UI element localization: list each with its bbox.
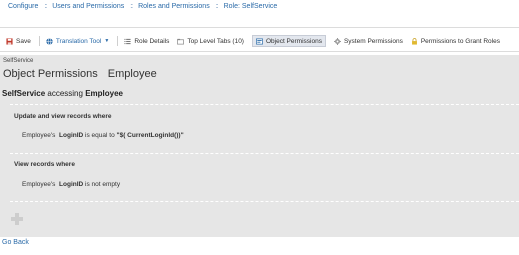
- access-heading: SelfService accessing Employee: [2, 89, 123, 98]
- rule-field: LoginID: [59, 181, 84, 188]
- lock-icon: [411, 37, 417, 45]
- breadcrumb-separator: ::: [215, 3, 219, 10]
- translation-tool-dropdown[interactable]: Translation Tool ▼: [46, 35, 109, 47]
- globe-icon: [46, 37, 53, 45]
- rule-operator: is equal to: [85, 132, 115, 139]
- page-title: Object Permissions Employee: [3, 68, 157, 80]
- rule-condition-view[interactable]: Employee's LoginID is not empty: [22, 181, 120, 188]
- rule-prefix: Employee's: [22, 132, 56, 139]
- rule-field: LoginID: [59, 132, 84, 139]
- breadcrumb-role-selfservice[interactable]: Role: SelfService: [224, 3, 278, 10]
- save-icon: [6, 37, 13, 45]
- tab-system-permissions[interactable]: System Permissions: [333, 35, 403, 47]
- heading-object: Employee: [85, 89, 123, 98]
- heading-role: SelfService: [2, 89, 46, 98]
- toolbar-separator: [38, 36, 40, 46]
- rule-condition-update-view[interactable]: Employee's LoginID is equal to "$( Curre…: [22, 132, 184, 139]
- object-permissions-panel: SelfService Object Permissions Employee S…: [0, 55, 519, 237]
- tab-role-details-label: Role Details: [134, 37, 170, 45]
- rule-operator: is not empty: [85, 181, 121, 188]
- translation-tool-label: Translation Tool: [55, 37, 102, 45]
- rule-title-update-view: Update and view records where: [14, 113, 112, 120]
- go-back-link[interactable]: Go Back: [2, 239, 29, 246]
- header-divider: [0, 27, 519, 28]
- chevron-down-icon: ▼: [104, 38, 110, 44]
- rule-value: "$( CurrentLoginId())": [116, 132, 184, 139]
- rule-title-view: View records where: [14, 161, 75, 168]
- gear-icon: [333, 37, 341, 45]
- breadcrumb-roles-and-permissions[interactable]: Roles and Permissions: [138, 3, 210, 10]
- role-details-icon: [124, 38, 131, 44]
- breadcrumb: Configure :: Users and Permissions :: Ro…: [8, 3, 277, 10]
- tab-object-permissions[interactable]: Object Permissions: [251, 35, 326, 47]
- tab-top-level-tabs[interactable]: Top Level Tabs (10): [177, 35, 244, 47]
- tab-permissions-to-grant-roles[interactable]: Permissions to Grant Roles: [411, 35, 500, 47]
- add-rule-icon[interactable]: [10, 212, 24, 226]
- page-title-object: Employee: [107, 68, 157, 80]
- rule-prefix: Employee's: [22, 181, 56, 188]
- page-title-section: Object Permissions: [3, 68, 98, 80]
- rule-divider: [10, 153, 519, 154]
- save-button[interactable]: Save: [6, 35, 31, 47]
- heading-connector: accessing: [47, 89, 83, 98]
- save-label: Save: [16, 37, 31, 45]
- object-permissions-icon: [256, 38, 263, 44]
- breadcrumb-users-and-permissions[interactable]: Users and Permissions: [52, 3, 124, 10]
- toolbar-divider: [0, 51, 519, 52]
- toolbar: Save Translation Tool ▼ Role Details Top…: [6, 35, 508, 47]
- role-subtitle: SelfService: [3, 58, 34, 64]
- breadcrumb-configure[interactable]: Configure: [8, 3, 38, 10]
- tab-system-permissions-label: System Permissions: [343, 37, 403, 45]
- tab-permissions-to-grant-roles-label: Permissions to Grant Roles: [420, 37, 500, 45]
- tab-object-permissions-label: Object Permissions: [265, 37, 322, 45]
- tab-top-level-tabs-label: Top Level Tabs (10): [187, 37, 244, 45]
- tabs-icon: [177, 38, 185, 44]
- breadcrumb-separator: ::: [130, 3, 133, 10]
- tab-role-details[interactable]: Role Details: [124, 35, 169, 47]
- breadcrumb-separator: ::: [44, 3, 47, 10]
- toolbar-separator: [117, 36, 119, 46]
